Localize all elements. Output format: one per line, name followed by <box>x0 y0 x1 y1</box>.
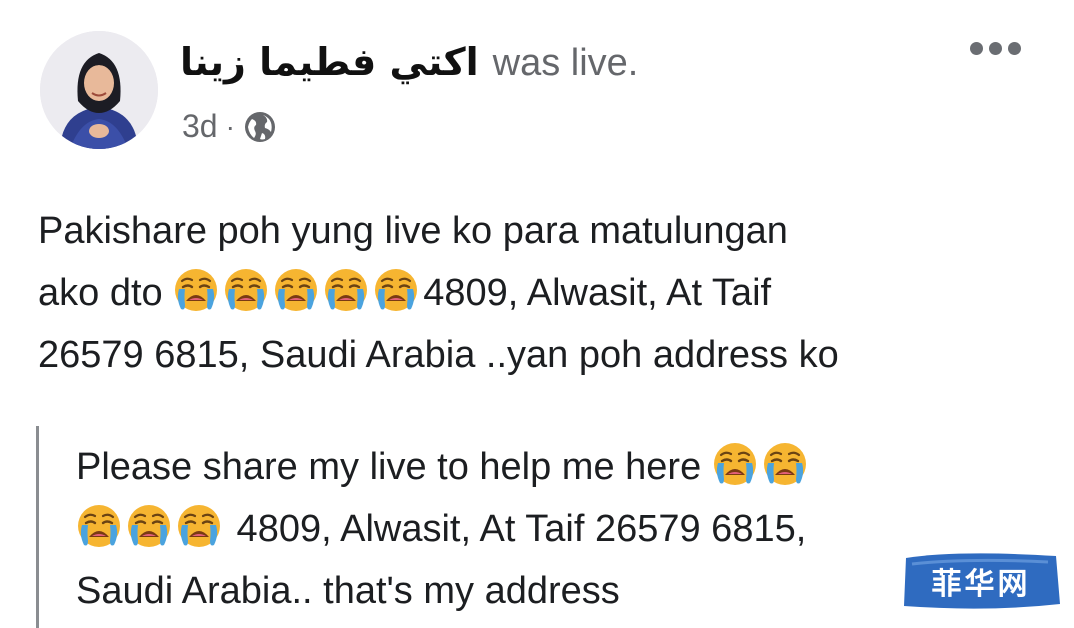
crying-emoji-icon <box>176 503 222 549</box>
crying-emoji-icon <box>173 267 219 313</box>
crying-emoji-icon <box>373 267 419 313</box>
crying-emoji-icon <box>223 267 269 313</box>
more-dot <box>989 42 1002 55</box>
body-line: ako dto 4809, Alwasit, At Taif <box>38 262 1048 324</box>
quote-divider <box>36 426 39 628</box>
quote-line: Please share my live to help me here <box>76 436 1016 498</box>
meta-separator: · <box>225 110 235 142</box>
quote-text-fragment: 4809, Alwasit, At Taif 26579 6815, <box>226 508 807 550</box>
watermark-text: 菲华网 <box>931 567 1031 602</box>
more-dot <box>1008 42 1021 55</box>
body-text-fragment: ako dto <box>38 272 174 314</box>
translation-quote: Please share my live to help me here 480… <box>76 436 1016 622</box>
more-dot <box>970 42 983 55</box>
crying-emoji-icon <box>762 441 808 487</box>
watermark-logo: 菲华网 <box>898 548 1064 614</box>
quote-line: Saudi Arabia.. that's my address <box>76 570 620 612</box>
facebook-post: اكتي فطيما زينا was live. 3d · Pakishare… <box>0 0 1074 628</box>
avatar[interactable] <box>40 31 158 149</box>
body-line: 26579 6815, Saudi Arabia ..yan poh addre… <box>38 334 839 376</box>
post-header: اكتي فطيما زينا was live. <box>180 40 638 85</box>
globe-icon[interactable] <box>243 110 277 144</box>
body-line: Pakishare poh yung live ko para matulung… <box>38 210 788 252</box>
post-time[interactable]: 3d <box>182 108 218 145</box>
more-options-icon[interactable] <box>970 42 1021 55</box>
quote-line: 4809, Alwasit, At Taif 26579 6815, <box>76 498 1016 560</box>
body-text-fragment: 4809, Alwasit, At Taif <box>423 272 772 314</box>
crying-emoji-icon <box>76 503 122 549</box>
post-body: Pakishare poh yung live ko para matulung… <box>38 200 1048 386</box>
crying-emoji-icon <box>712 441 758 487</box>
crying-emoji-icon <box>323 267 369 313</box>
quote-text-fragment: Please share my live to help me here <box>76 446 712 488</box>
crying-emoji-icon <box>273 267 319 313</box>
post-meta: 3d · <box>182 108 277 145</box>
author-name[interactable]: اكتي فطيما زينا <box>180 40 479 84</box>
crying-emoji-icon <box>126 503 172 549</box>
post-action: was live. <box>492 42 639 84</box>
